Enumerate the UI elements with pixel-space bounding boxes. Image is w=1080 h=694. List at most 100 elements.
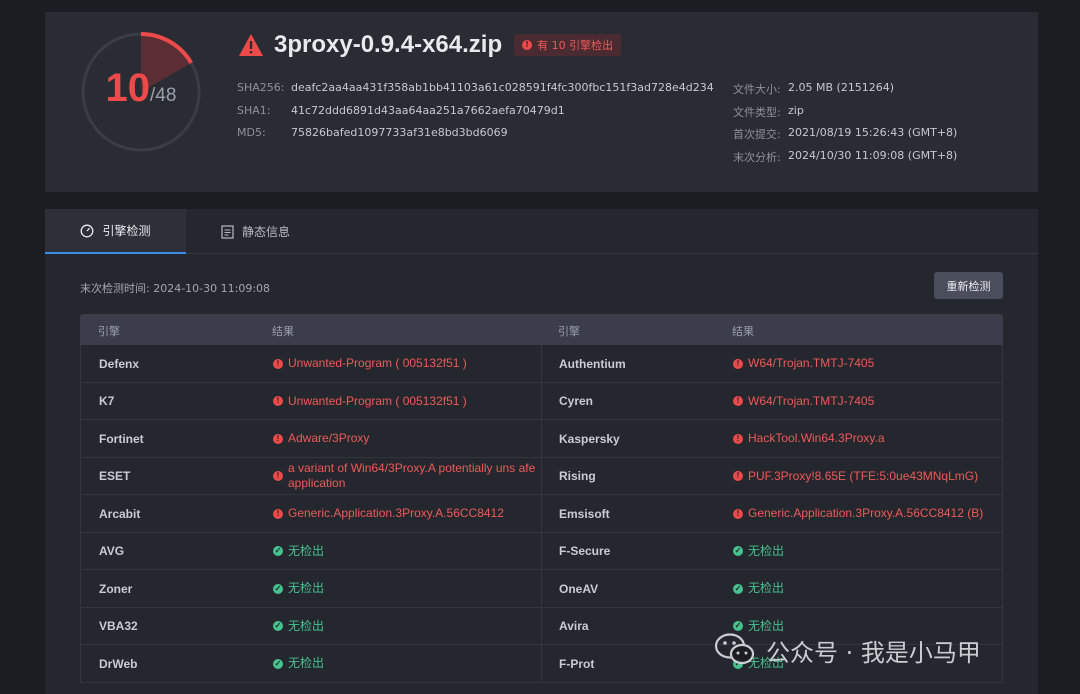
clean-result: ✓ 无检出 bbox=[273, 645, 324, 682]
detection-badge-label: 有 10 引擎检出 bbox=[537, 39, 614, 52]
wechat-icon bbox=[714, 633, 755, 665]
tab-static-info[interactable]: 静态信息 bbox=[221, 209, 290, 254]
engine-name[interactable]: VBA32 bbox=[99, 608, 138, 645]
total-engines: /48 bbox=[150, 85, 177, 106]
meta-label: 末次分析: bbox=[733, 151, 781, 164]
column-divider bbox=[541, 532, 542, 569]
engine-name[interactable]: Fortinet bbox=[99, 420, 144, 457]
engine-name[interactable]: DrWeb bbox=[99, 645, 137, 682]
table-row: Zoner ✓ 无检出 OneAV ✓ 无检出 bbox=[80, 570, 1003, 608]
hash-value[interactable]: 75826bafed1097733af31e8bd3bd6069 bbox=[291, 126, 508, 139]
rescan-button[interactable]: 重新检测 bbox=[934, 272, 1003, 299]
engine-name[interactable]: OneAV bbox=[559, 570, 598, 607]
result-text: 无检出 bbox=[748, 581, 785, 595]
table-row: Arcabit! Generic.Application.3Proxy.A.56C… bbox=[80, 495, 1003, 533]
table-row: Fortinet! Adware/3Proxy Kaspersky! HackTool… bbox=[80, 420, 1003, 458]
meta-label: 首次提交: bbox=[733, 128, 781, 141]
watermark: 公众号 · 我是小马甲 bbox=[714, 632, 981, 668]
result-text: 无检出 bbox=[288, 543, 325, 558]
engine-name[interactable]: F-Secure bbox=[559, 533, 610, 570]
tab-bar: 引擎检测 静态信息 bbox=[45, 209, 1038, 254]
column-result: 结果 bbox=[732, 325, 754, 338]
tab-engine-detection[interactable]: 引擎检测 bbox=[45, 209, 186, 254]
meta-value: 2021/08/19 15:26:43 (GMT+8) bbox=[788, 126, 958, 139]
meta-first-submitted: 首次提交: 2021/08/19 15:26:43 (GMT+8) bbox=[733, 126, 957, 142]
check-circle-icon: ✓ bbox=[273, 621, 283, 631]
alert-icon: ! bbox=[522, 40, 533, 50]
file-name: 3proxy-0.9.4-x64.zip bbox=[274, 31, 503, 58]
hash-label: MD5: bbox=[237, 126, 266, 139]
alert-icon: ! bbox=[273, 433, 283, 444]
engine-name[interactable]: F-Prot bbox=[559, 645, 594, 682]
check-circle-icon: ✓ bbox=[273, 546, 283, 556]
detection-result: ! W64/Trojan.TMTJ-7405 bbox=[733, 383, 874, 420]
engine-results-table: 引擎 结果 引擎 结果 Defenx! Unwanted-Program ( 00… bbox=[80, 314, 1003, 683]
results-panel: 引擎检测 静态信息 末次检测时间: 2024-10-30 11:09:08 重新… bbox=[45, 209, 1038, 694]
engine-name[interactable]: Kaspersky bbox=[559, 420, 620, 457]
meta-value: 2024/10/30 11:09:08 (GMT+8) bbox=[788, 149, 958, 162]
result-text: Unwanted-Program ( 005132f51 ) bbox=[288, 393, 467, 408]
detection-score: 10/48 bbox=[79, 66, 203, 111]
meta-last-analysis: 末次分析: 2024/10/30 11:09:08 (GMT+8) bbox=[733, 149, 957, 165]
detection-result: ! Unwanted-Program ( 005132f51 ) bbox=[273, 383, 467, 420]
column-divider bbox=[541, 345, 542, 382]
table-row: AVG ✓ 无检出 F-Secure ✓ 无检出 bbox=[80, 532, 1003, 570]
result-text: 无检出 bbox=[288, 618, 325, 633]
check-circle-icon: ✓ bbox=[733, 546, 743, 556]
result-text: Generic.Application.3Proxy.A.56CC8412 bbox=[288, 506, 504, 520]
detected-count: 10 bbox=[105, 66, 151, 110]
engine-name[interactable]: AVG bbox=[99, 533, 124, 570]
check-circle-icon: ✓ bbox=[733, 621, 743, 631]
hash-label: SHA1: bbox=[237, 104, 271, 117]
table-row: Defenx! Unwanted-Program ( 005132f51 ) Aut… bbox=[80, 345, 1003, 383]
table-header: 引擎 结果 引擎 结果 bbox=[80, 314, 1003, 345]
engine-name[interactable]: Rising bbox=[559, 458, 596, 495]
alert-icon: ! bbox=[273, 358, 283, 369]
column-divider bbox=[541, 420, 542, 457]
alert-icon: ! bbox=[273, 471, 283, 481]
column-divider bbox=[541, 607, 542, 644]
alert-icon: ! bbox=[733, 396, 743, 406]
alert-icon: ! bbox=[733, 358, 743, 369]
detection-result: ! Generic.Application.3Proxy.A.56CC8412 bbox=[273, 495, 504, 532]
alert-icon: ! bbox=[733, 508, 743, 519]
engine-name[interactable]: Cyren bbox=[559, 383, 593, 420]
engine-name[interactable]: Arcabit bbox=[99, 495, 140, 532]
check-circle-icon: ✓ bbox=[733, 583, 743, 594]
result-text: Generic.Application.3Proxy.A.56CC8412 (B… bbox=[748, 506, 984, 520]
detection-result: ! Adware/3Proxy bbox=[273, 420, 369, 457]
hash-label: SHA256: bbox=[237, 81, 285, 94]
engine-name[interactable]: ESET bbox=[99, 458, 130, 495]
result-text: 无检出 bbox=[288, 656, 325, 670]
engine-name[interactable]: Emsisoft bbox=[559, 495, 610, 532]
result-text: W64/Trojan.TMTJ-7405 bbox=[748, 356, 875, 370]
detection-result: ! PUF.3Proxy!8.65E (TFE:5:0ue43MNqLmG) bbox=[733, 458, 978, 495]
result-text: W64/Trojan.TMTJ-7405 bbox=[748, 393, 875, 408]
meta-file-size: 文件大小: 2.05 MB (2151264) bbox=[733, 81, 894, 97]
clean-result: ✓ 无检出 bbox=[273, 533, 324, 570]
engine-name[interactable]: Defenx bbox=[99, 345, 139, 382]
alert-icon: ! bbox=[273, 396, 283, 406]
column-engine: 引擎 bbox=[98, 325, 120, 338]
tab-static-label: 静态信息 bbox=[242, 225, 291, 239]
hash-sha1: SHA1: 41c72ddd6891d43aa64aa251a7662aefa70… bbox=[237, 104, 565, 117]
column-result: 结果 bbox=[272, 325, 294, 338]
table-row: ESET ! a variant of Win64/3Proxy.A potenti… bbox=[80, 457, 1003, 495]
meta-label: 文件大小: bbox=[733, 83, 781, 96]
column-divider bbox=[541, 645, 542, 682]
engine-name[interactable]: Avira bbox=[559, 608, 589, 645]
column-divider bbox=[541, 382, 542, 419]
warning-icon bbox=[239, 34, 263, 56]
hash-value[interactable]: deafc2aa4aa431f358ab1bb41103a61c028591f4… bbox=[291, 81, 714, 94]
meta-value: zip bbox=[788, 104, 804, 117]
result-text: Adware/3Proxy bbox=[288, 431, 370, 445]
result-text: 无检出 bbox=[288, 581, 325, 595]
engine-name[interactable]: Zoner bbox=[99, 570, 132, 607]
hash-value[interactable]: 41c72ddd6891d43aa64aa251a7662aefa70479d1 bbox=[291, 104, 565, 117]
engine-name[interactable]: Authentium bbox=[559, 345, 626, 382]
engine-name[interactable]: K7 bbox=[99, 383, 114, 420]
file-title-row: 3proxy-0.9.4-x64.zip ! 有 10 引擎检出 bbox=[238, 30, 622, 60]
clean-result: ✓ 无检出 bbox=[273, 608, 324, 645]
detection-result: ! a variant of Win64/3Proxy.A potentially… bbox=[273, 458, 548, 495]
gauge-icon bbox=[81, 224, 94, 237]
